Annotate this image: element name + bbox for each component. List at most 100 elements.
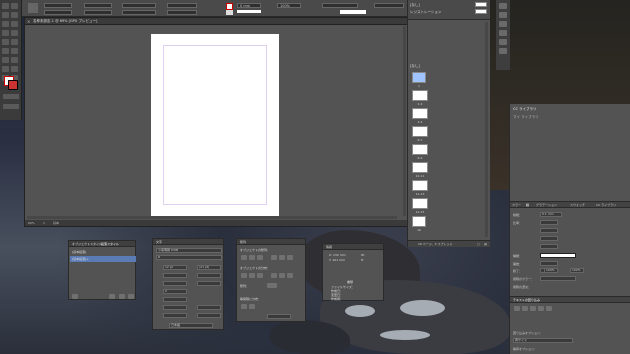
page-tool-icon[interactable] [2,12,9,18]
pages-master-none[interactable]: [なし] [410,64,420,69]
view-mode-icon[interactable] [3,94,19,99]
scale-x-field[interactable] [122,3,156,8]
page-thumb[interactable] [412,90,428,101]
spacing-vertical-icon[interactable] [241,304,247,309]
tab-object-styles[interactable]: オブジェクトスタイル [72,242,102,246]
page-thumb[interactable] [412,72,426,83]
style-row[interactable]: [基本段落] [72,250,86,254]
width-field[interactable] [84,3,112,8]
frame-fit-field[interactable] [374,3,404,8]
page-thumb[interactable] [412,216,426,227]
distribute-top-icon[interactable] [241,273,247,278]
no-wrap-icon[interactable] [514,306,520,311]
tab-paragraph-styles[interactable]: 段落スタイル [101,242,119,246]
screen-mode-icon[interactable] [3,104,19,109]
pencil-tool-icon[interactable] [11,30,18,36]
shear-field[interactable] [167,10,197,15]
distribute-left-icon[interactable] [271,273,277,278]
transform-tool-icon[interactable] [11,48,18,54]
corner-field[interactable] [322,3,358,8]
wrap-to-select[interactable]: 両サイド [513,338,573,343]
spacing-input[interactable] [267,314,291,319]
line-tool-icon[interactable] [11,21,18,27]
gap-color-select[interactable] [540,276,576,281]
y-position-field[interactable] [44,10,72,15]
spacing-horizontal-icon[interactable] [249,304,255,309]
wrap-shape-icon[interactable] [530,306,536,311]
vertical-scrollbar[interactable] [403,26,406,216]
align-to-select[interactable] [267,283,277,288]
page-number[interactable]: 1 [43,221,45,225]
distribute-right-icon[interactable] [287,273,293,278]
pages-scrollbar[interactable] [485,22,488,237]
gap-tool-icon[interactable] [11,12,18,18]
zoom-level[interactable]: 69% [28,221,35,225]
align-stroke-input[interactable] [540,244,558,249]
distribute-middle-icon[interactable] [249,273,255,278]
page-thumb[interactable] [412,108,428,119]
stroke-swatch[interactable] [8,80,18,90]
language-select[interactable]: 日本語 [169,323,213,328]
font-size-input[interactable]: 12 pt [163,265,187,270]
clear-override-icon[interactable] [109,294,115,299]
leading-input[interactable]: (21 pt) [197,265,221,270]
stroke-weight-input[interactable]: 0.1 mm [540,212,562,217]
style-row-selected[interactable]: [基本段落]+ [70,256,136,262]
close-icon[interactable]: × [27,19,30,24]
wrap-bbox-icon[interactable] [522,306,528,311]
fill-color-icon[interactable] [226,3,233,10]
stroke-icon[interactable] [499,30,507,36]
baseline-input[interactable] [163,297,187,302]
hand-tool-icon[interactable] [11,66,18,72]
scissors-tool-icon[interactable] [2,48,9,54]
folder-icon[interactable] [72,294,78,299]
tab-stroke[interactable]: 線 [526,203,529,207]
document-page[interactable] [151,34,279,216]
join-input[interactable] [540,236,558,241]
tab-color[interactable]: カラー [512,203,521,207]
type-tool-icon[interactable] [2,21,9,27]
align-left-icon[interactable] [241,255,247,260]
links-icon[interactable] [499,21,507,27]
align-top-icon[interactable] [271,255,277,260]
page-thumb[interactable] [412,198,428,209]
reference-point-icon[interactable] [28,3,38,13]
height-field[interactable] [84,10,112,15]
stroke-type-bar[interactable] [237,10,261,13]
aki-before-input[interactable] [163,313,187,318]
start-select[interactable] [540,261,558,266]
stroke-type-select[interactable] [540,253,576,258]
miter-input[interactable] [540,220,558,225]
align-center-icon[interactable] [249,255,255,260]
font-family-select[interactable]: 小塚明朝 Pr6N [156,248,222,253]
tab-gradient[interactable]: グラデーション [536,203,557,207]
swatch-registration[interactable]: レジストレーション [410,10,441,15]
align-bottom-icon[interactable] [287,255,293,260]
horizontal-scale-input[interactable] [197,273,221,278]
distribute-bottom-icon[interactable] [257,273,263,278]
font-style-select[interactable]: R [156,255,222,260]
eyedropper-tool-icon[interactable] [2,66,9,72]
rotation-input[interactable] [197,305,221,310]
new-page-icon[interactable]: ▢ [477,242,480,246]
stroke-weight-field[interactable]: 0 mm [237,3,261,8]
selection-tool-icon[interactable] [2,3,9,9]
aki-after-input[interactable] [197,313,221,318]
page-thumb[interactable] [412,162,428,173]
trash-icon[interactable] [128,294,134,299]
library-name[interactable]: マイ ライブラリ [513,115,539,120]
swatches-icon[interactable] [499,39,507,45]
document-tab[interactable]: × 名称未設定-1 @ 69% [GPU プレビュー] [25,18,407,25]
tsume-input[interactable] [163,281,187,286]
direct-selection-tool-icon[interactable] [11,3,18,9]
page-thumb[interactable] [412,126,428,137]
tracking-input[interactable]: 0 [163,289,187,294]
distribute-center-icon[interactable] [279,273,285,278]
align-right-icon[interactable] [257,255,263,260]
cc-libraries-icon[interactable] [499,48,507,54]
rectangle-tool-icon[interactable] [11,39,18,45]
end-scale[interactable]: 100% [570,268,584,273]
tab-swatches[interactable]: スウォッチ [570,203,585,207]
pen-tool-icon[interactable] [2,30,9,36]
x-position-field[interactable] [44,3,72,8]
